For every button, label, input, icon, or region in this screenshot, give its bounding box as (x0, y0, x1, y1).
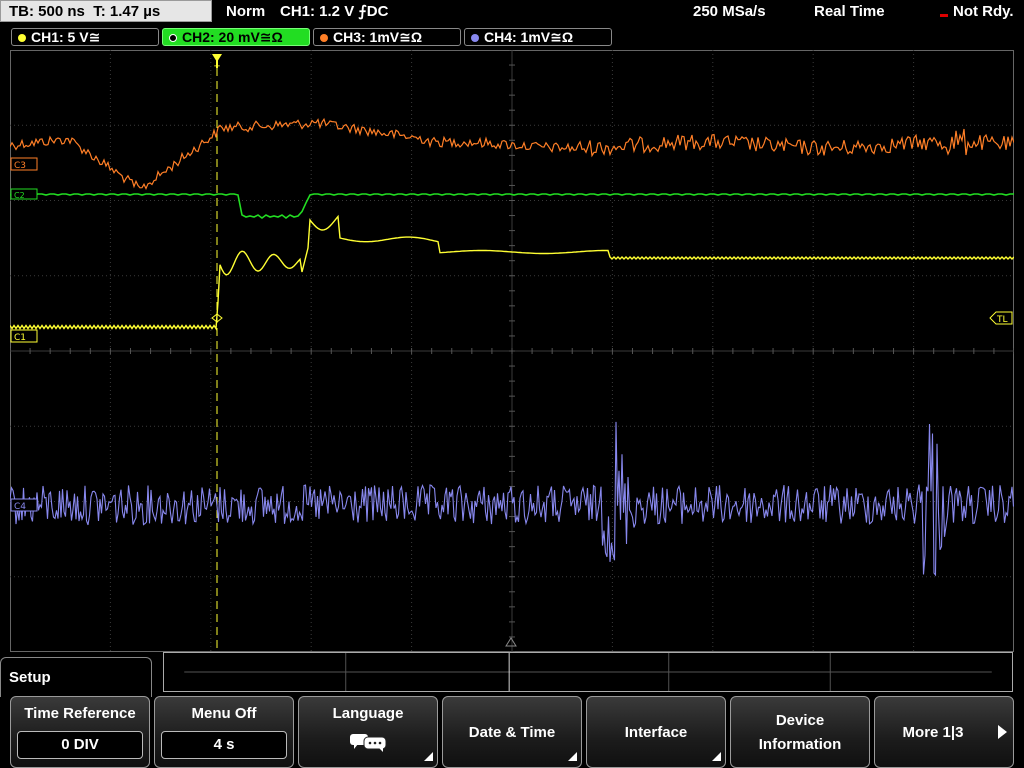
svg-text:C1: C1 (14, 333, 26, 343)
softkey-label-line1: Device (775, 712, 825, 729)
ch1-dot-icon (18, 34, 26, 42)
trigger-info[interactable]: CH1: 1.2 V ⨍DC (280, 3, 388, 21)
softkey-date-time[interactable]: Date & Time (442, 696, 582, 768)
softkey-label: Interface (624, 724, 688, 741)
channel-tab-ch3[interactable]: CH3: 1mV≅Ω (313, 28, 461, 46)
ch4-dot-icon (471, 34, 479, 42)
softkey-language[interactable]: Language (298, 696, 438, 768)
timebase-box[interactable]: TB: 500 ns T: 1.47 µs (0, 0, 212, 22)
status-bar: TB: 500 ns T: 1.47 µs Norm CH1: 1.2 V ⨍D… (0, 0, 1024, 24)
channel-label: CH4: 1mV≅Ω (484, 29, 574, 45)
submenu-indicator-icon (568, 752, 577, 761)
softkey-label: Menu Off (191, 705, 257, 722)
ch2-offset-marker[interactable]: C2 (10, 188, 38, 200)
submenu-indicator-icon (712, 752, 721, 761)
channel-label: CH2: 20 mV≅Ω (182, 29, 283, 45)
waveform-display[interactable]: T C3 C2 C1 C4 TL (10, 50, 1014, 652)
softkey-interface[interactable]: Interface (586, 696, 726, 768)
softkey-label: Time Reference (24, 705, 136, 722)
trigger-mode[interactable]: Norm (226, 3, 265, 21)
svg-text:TL: TL (996, 315, 1008, 325)
channel-tab-ch2[interactable]: CH2: 20 mV≅Ω (162, 28, 310, 46)
softkey-label: Language (332, 705, 404, 722)
svg-text:C3: C3 (14, 161, 26, 171)
softkey-label: Date & Time (468, 724, 556, 741)
softkey-device-information[interactable]: Device Information (730, 696, 870, 768)
softkey-time-reference[interactable]: Time Reference 0 DIV (10, 696, 150, 768)
trigger-marker-label: T (213, 65, 220, 75)
channel-tab-ch1[interactable]: CH1: 5 V≅ (11, 28, 159, 46)
ch3-offset-marker[interactable]: C3 (10, 157, 38, 171)
state-indicator (940, 14, 948, 17)
channel-label: CH3: 1mV≅Ω (333, 29, 423, 45)
softkey-more[interactable]: More 1|3 (874, 696, 1014, 768)
softkey-label-line2: Information (758, 736, 842, 753)
softkey-menu-off[interactable]: Menu Off 4 s (154, 696, 294, 768)
ch4-offset-marker[interactable]: C4 (10, 498, 38, 512)
zoom-overview-bar[interactable] (163, 652, 1013, 692)
speech-bubbles-icon (350, 734, 387, 752)
menu-off-value: 4 s (161, 731, 287, 759)
svg-text:C2: C2 (14, 191, 25, 200)
time-reference-value: 0 DIV (17, 731, 143, 759)
softkey-label: More 1|3 (902, 724, 964, 741)
sample-rate: 250 MSa/s (693, 3, 766, 20)
channel-tab-ch4[interactable]: CH4: 1mV≅Ω (464, 28, 612, 46)
ch2-dot-icon (169, 34, 177, 42)
menu-title-tab: Setup (0, 657, 152, 697)
acquisition-mode: Real Time (814, 3, 885, 20)
trigger-time-value: T: 1.47 µs (93, 3, 161, 20)
ch1-offset-marker[interactable]: C1 (10, 329, 38, 343)
ch3-dot-icon (320, 34, 328, 42)
svg-text:C4: C4 (14, 502, 26, 512)
acquisition-state: Not Rdy. (953, 3, 1014, 20)
menu-title: Setup (9, 669, 51, 686)
submenu-indicator-icon (424, 752, 433, 761)
channel-label: CH1: 5 V≅ (31, 29, 101, 45)
timebase-value: TB: 500 ns (9, 3, 85, 20)
next-page-arrow-icon (998, 725, 1007, 739)
